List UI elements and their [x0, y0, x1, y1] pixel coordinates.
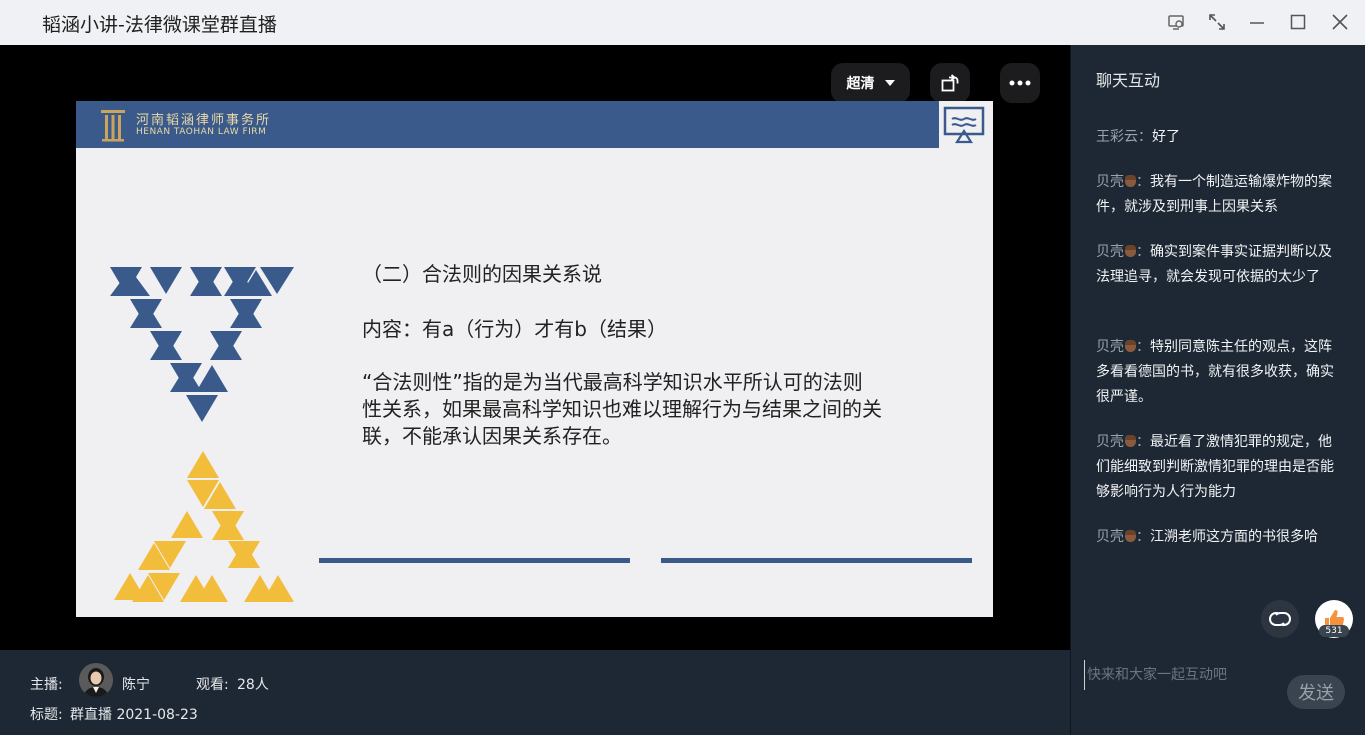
slide-paragraph: “合法则性”指的是为当代最高科学知识水平所认可的法则性关系，如果最高科学知识也难…	[362, 370, 882, 448]
host-label: 主播:	[30, 677, 63, 693]
close-icon	[1332, 14, 1348, 30]
stream-info-bar: 主播: 陈宁 观看: 28人 标题: 群直播 2021-08-23	[0, 650, 1070, 735]
acorn-badge-icon	[1125, 245, 1136, 257]
window-title: 韬涵小讲-法律微课堂群直播	[42, 14, 277, 36]
presentation-icon	[943, 106, 985, 144]
more-icon	[1009, 80, 1031, 86]
maximize-button[interactable]	[1284, 8, 1312, 36]
decorative-line	[661, 558, 972, 563]
share-link-button[interactable]	[1261, 600, 1299, 638]
video-area[interactable]: 超清 河南韬涵律师事务所 HENAN TAOHAN LAW FIRM （二）合法…	[0, 45, 1070, 650]
avatar-image	[79, 663, 113, 697]
send-button[interactable]: 发送	[1287, 675, 1345, 709]
chat-message: 贝壳 ：我有一个制造运输爆炸物的案件，就涉及到刑事上因果关系	[1096, 174, 1332, 215]
rotate-button[interactable]	[930, 63, 970, 103]
firm-name-cn: 河南韬涵律师事务所	[136, 113, 272, 128]
triangle-pattern-yellow	[114, 451, 294, 602]
chat-message: 贝壳 ：最近看了激情犯罪的规定，他们能细致到判断激情犯罪的理由是否能够影响行为人行…	[1096, 434, 1334, 500]
like-count: 531	[1319, 625, 1349, 637]
stream-topic: 群直播 2021-08-23	[70, 707, 198, 723]
message-text: 江溯老师这方面的书很多哈	[1150, 529, 1318, 545]
link-icon	[1269, 612, 1291, 626]
more-button[interactable]	[1000, 63, 1040, 103]
caret-down-icon	[884, 80, 895, 86]
title-bar: 韬涵小讲-法律微课堂群直播	[0, 0, 1365, 45]
minimize-icon	[1250, 22, 1264, 24]
fullscreen-button[interactable]	[1203, 8, 1231, 36]
chat-message: 贝壳 ：确实到案件事实证据判断以及法理追寻，就会发现可依据的太少了	[1096, 244, 1332, 285]
message-text: 好了	[1152, 129, 1180, 145]
chat-panel: 聊天互动 王彩云：好了 贝壳 ：我有一个制造运输爆炸物的案件，就涉及到刑事上因果关…	[1070, 45, 1365, 650]
close-button[interactable]	[1326, 8, 1354, 36]
acorn-badge-icon	[1125, 340, 1136, 352]
acorn-badge-icon	[1125, 530, 1136, 542]
chat-message: 贝壳 ：江溯老师这方面的书很多哈	[1096, 529, 1318, 545]
message-sender: 贝壳	[1096, 434, 1124, 450]
slide-title: （二）合法则的因果关系说	[362, 262, 602, 286]
maximize-icon	[1290, 14, 1306, 30]
host-name: 陈宁	[122, 677, 150, 693]
firm-logo-icon	[101, 110, 125, 142]
acorn-badge-icon	[1125, 435, 1136, 447]
screenshot-button[interactable]	[1162, 8, 1190, 36]
chat-input-area: 发送	[1070, 650, 1365, 735]
message-sender: 贝壳	[1096, 174, 1124, 190]
message-sender: 王彩云	[1096, 129, 1138, 145]
viewers-label: 观看:	[196, 677, 229, 693]
firm-name-en: HENAN TAOHAN LAW FIRM	[136, 127, 267, 137]
acorn-badge-icon	[1125, 175, 1136, 187]
chat-title: 聊天互动	[1096, 71, 1161, 90]
message-sender: 贝壳	[1096, 339, 1124, 355]
rotate-icon	[941, 74, 959, 92]
quality-label: 超清	[846, 76, 875, 92]
presentation-slide: 河南韬涵律师事务所 HENAN TAOHAN LAW FIRM （二）合法则的因…	[76, 101, 993, 617]
decorative-line	[319, 558, 630, 563]
triangle-pattern-blue	[110, 267, 294, 422]
chat-input[interactable]	[1084, 660, 1284, 690]
chat-message: 贝壳 ：特别同意陈主任的观点，这阵多看看德国的书，就有很多收获，确实很严谨。	[1096, 339, 1334, 405]
host-avatar[interactable]	[79, 663, 113, 697]
message-sender: 贝壳	[1096, 529, 1124, 545]
chat-message: 王彩云：好了	[1096, 129, 1180, 145]
slide-content: 内容：有a（行为）才有b（结果）	[362, 317, 667, 341]
minimize-button[interactable]	[1243, 8, 1271, 36]
screenshot-icon	[1168, 15, 1184, 30]
quality-selector[interactable]: 超清	[831, 63, 910, 103]
message-sender: 贝壳	[1096, 244, 1124, 260]
topic-label: 标题:	[30, 707, 63, 723]
slide-header: 河南韬涵律师事务所 HENAN TAOHAN LAW FIRM	[76, 101, 939, 148]
viewers-count: 28人	[237, 677, 269, 693]
fullscreen-icon	[1209, 14, 1225, 30]
